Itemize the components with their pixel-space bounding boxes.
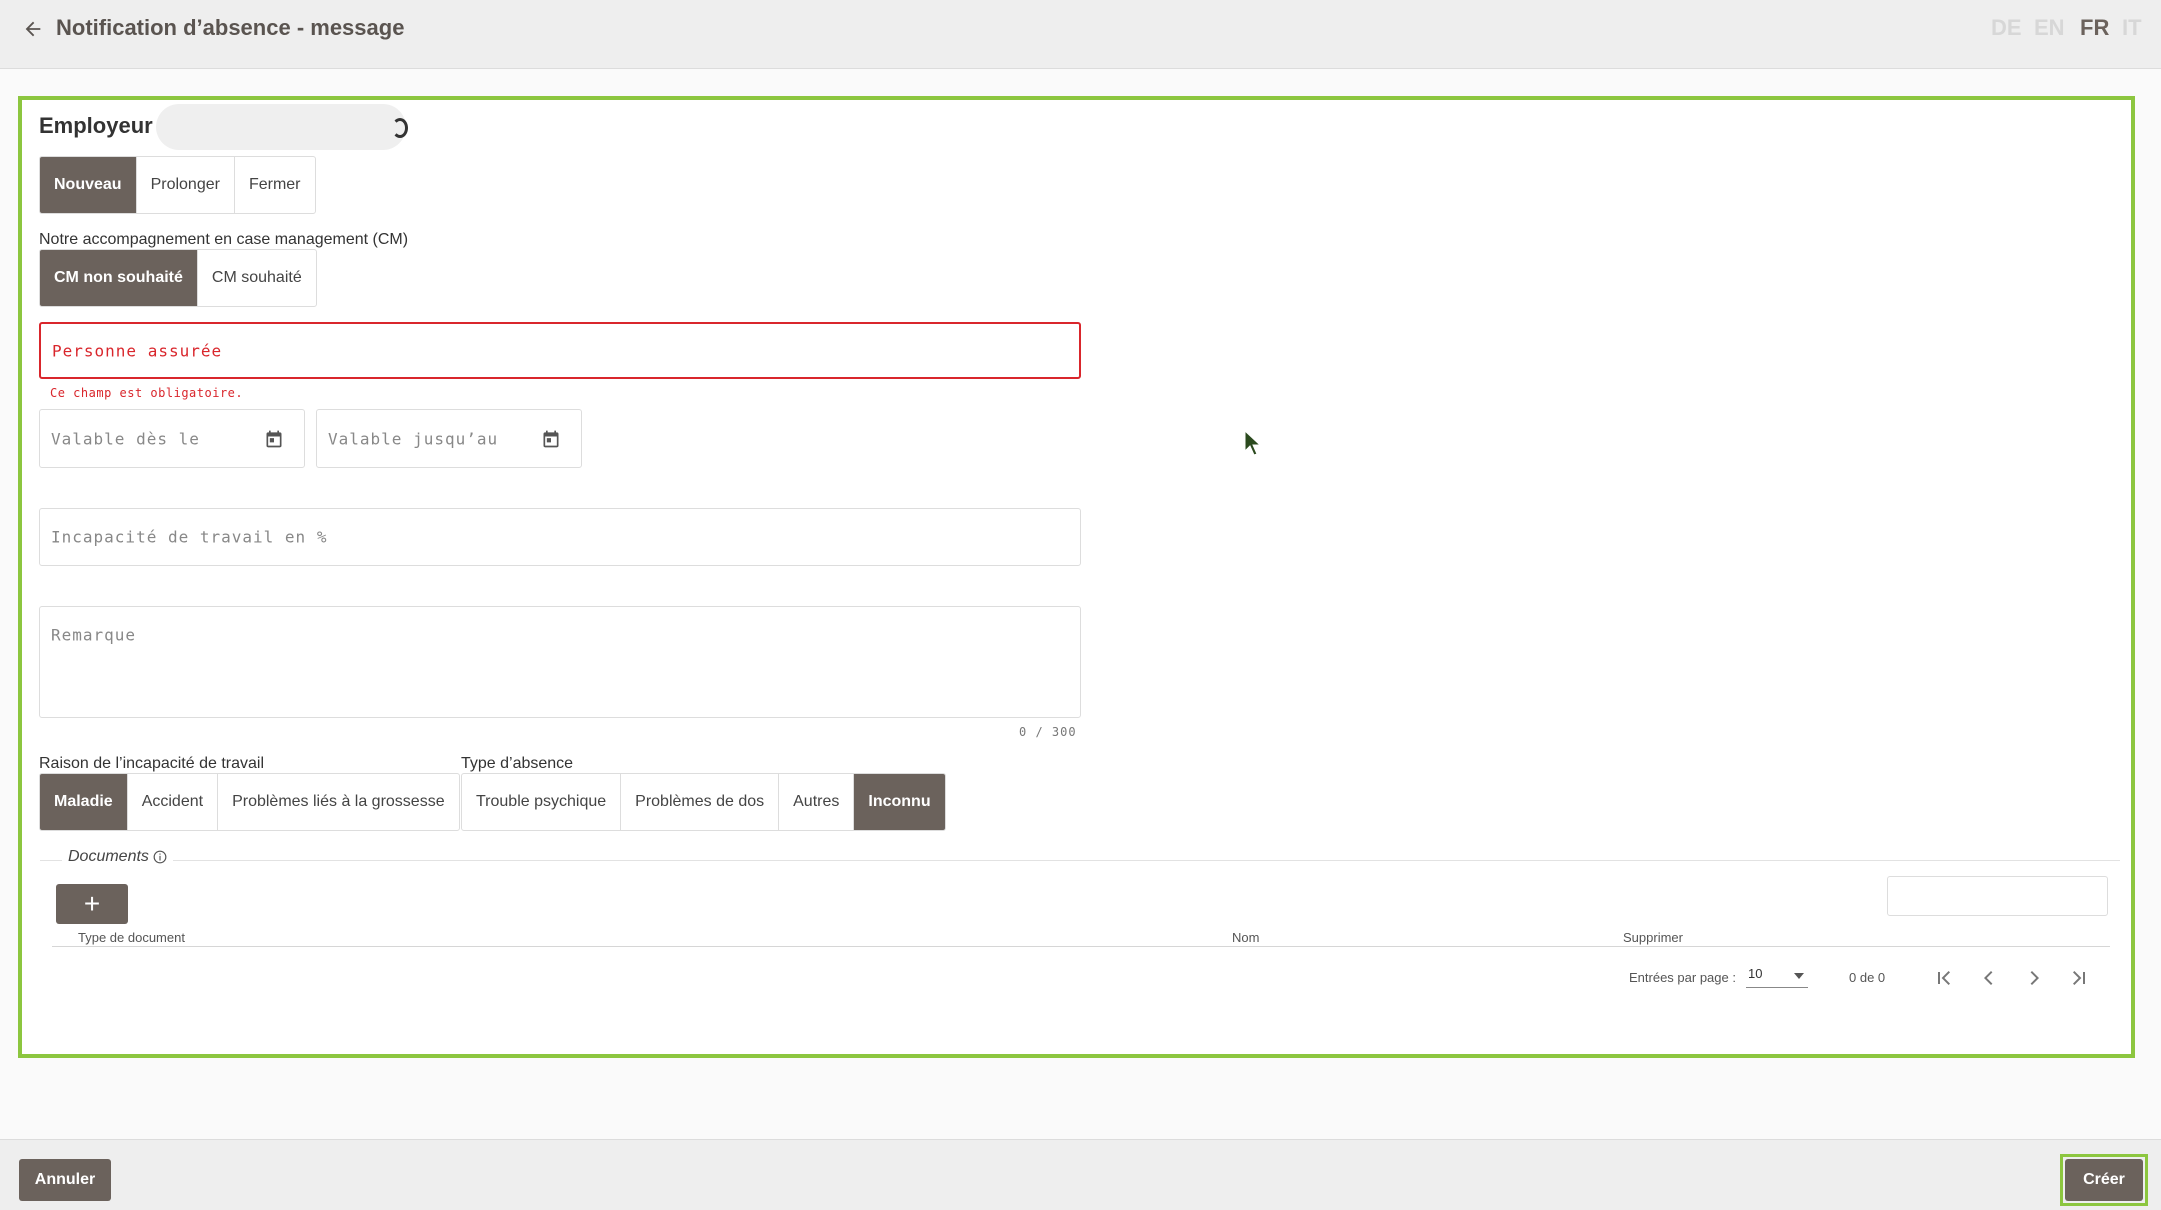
loading-spinner-icon bbox=[392, 118, 408, 138]
top-bar: Notification d’absence - message DE EN F… bbox=[0, 0, 2161, 69]
language-it[interactable]: IT bbox=[2122, 15, 2142, 41]
reason-illness-button[interactable]: Maladie bbox=[40, 774, 128, 830]
entries-per-page-value: 10 bbox=[1748, 966, 1763, 981]
create-button[interactable]: Créer bbox=[2065, 1159, 2143, 1201]
action-toggle-group: Nouveau Prolonger Fermer bbox=[39, 156, 316, 214]
reason-toggle-group: Maladie Accident Problèmes liés à la gro… bbox=[39, 773, 460, 831]
pagination-range: 0 de 0 bbox=[1849, 970, 1886, 985]
first-page-icon[interactable] bbox=[1932, 966, 1956, 990]
footer-bar bbox=[0, 1139, 2161, 1210]
documents-heading: Documents bbox=[62, 848, 173, 866]
calendar-icon[interactable] bbox=[541, 428, 561, 450]
mouse-cursor-icon bbox=[1244, 430, 1262, 456]
remark-placeholder: Remarque bbox=[51, 625, 137, 645]
insured-person-placeholder: Personne assurée bbox=[52, 341, 223, 360]
column-header-name[interactable]: Nom bbox=[1232, 930, 1259, 945]
incapacity-percent-input[interactable]: Incapacité de travail en % bbox=[39, 508, 1081, 566]
valid-until-input[interactable]: Valable jusqu’au bbox=[316, 409, 582, 468]
column-header-delete: Supprimer bbox=[1623, 930, 1683, 945]
table-header-divider bbox=[52, 946, 2110, 947]
remark-char-counter: 0 / 300 bbox=[1019, 725, 1077, 739]
language-fr[interactable]: FR bbox=[2080, 15, 2109, 41]
page-title: Notification d’absence - message bbox=[56, 15, 405, 40]
absence-unknown-button[interactable]: Inconnu bbox=[854, 774, 945, 830]
absence-psychological-button[interactable]: Trouble psychique bbox=[462, 774, 622, 830]
arrow-left-icon[interactable] bbox=[22, 18, 44, 40]
documents-divider bbox=[40, 860, 2120, 861]
cancel-button[interactable]: Annuler bbox=[19, 1159, 111, 1201]
reason-label: Raison de l’incapacité de travail bbox=[39, 755, 265, 772]
cm-label: Notre accompagnement en case management … bbox=[39, 231, 409, 248]
documents-title: Documents bbox=[68, 848, 149, 865]
action-extend-button[interactable]: Prolonger bbox=[137, 157, 235, 213]
column-header-document-type[interactable]: Type de document bbox=[78, 930, 185, 945]
entries-per-page-label: Entrées par page : bbox=[1629, 970, 1736, 985]
employer-name-redacted bbox=[156, 104, 406, 150]
entries-per-page-select[interactable]: 10 bbox=[1746, 966, 1808, 988]
absence-type-label: Type d’absence bbox=[461, 755, 574, 772]
cm-wanted-button[interactable]: CM souhaité bbox=[198, 250, 316, 306]
valid-from-placeholder: Valable dès le bbox=[51, 429, 200, 448]
insured-person-error: Ce champ est obligatoire. bbox=[50, 386, 244, 400]
employer-label: Employeur : bbox=[39, 113, 167, 138]
cm-toggle-group: CM non souhaité CM souhaité bbox=[39, 249, 317, 307]
absence-type-toggle-group: Trouble psychique Problèmes de dos Autre… bbox=[461, 773, 946, 831]
add-document-button[interactable]: + bbox=[56, 884, 128, 924]
language-en[interactable]: EN bbox=[2034, 15, 2065, 41]
valid-from-input[interactable]: Valable dès le bbox=[39, 409, 305, 468]
calendar-icon[interactable] bbox=[264, 428, 284, 450]
valid-until-placeholder: Valable jusqu’au bbox=[328, 429, 499, 448]
action-new-button[interactable]: Nouveau bbox=[40, 157, 137, 213]
reason-pregnancy-button[interactable]: Problèmes liés à la grossesse bbox=[218, 774, 459, 830]
insured-person-input[interactable]: Personne assurée bbox=[39, 322, 1081, 379]
last-page-icon[interactable] bbox=[2067, 966, 2091, 990]
cm-not-wanted-button[interactable]: CM non souhaité bbox=[40, 250, 198, 306]
incapacity-percent-placeholder: Incapacité de travail en % bbox=[51, 527, 328, 547]
info-icon[interactable] bbox=[153, 850, 167, 864]
reason-accident-button[interactable]: Accident bbox=[128, 774, 219, 830]
absence-other-button[interactable]: Autres bbox=[779, 774, 855, 830]
next-page-icon[interactable] bbox=[2022, 966, 2046, 990]
previous-page-icon[interactable] bbox=[1977, 966, 2001, 990]
remark-textarea[interactable]: Remarque bbox=[39, 606, 1081, 718]
chevron-down-icon bbox=[1794, 973, 1804, 979]
documents-filter-input[interactable] bbox=[1887, 876, 2108, 916]
action-close-button[interactable]: Fermer bbox=[235, 157, 315, 213]
absence-back-problems-button[interactable]: Problèmes de dos bbox=[621, 774, 780, 830]
language-de[interactable]: DE bbox=[1991, 15, 2022, 41]
